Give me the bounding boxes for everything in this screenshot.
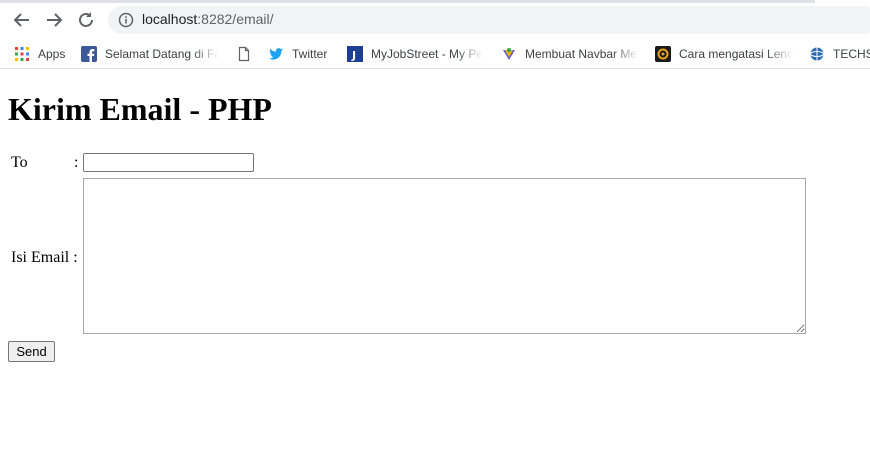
url-text[interactable]: localhost:8282/email/ <box>142 11 274 27</box>
bookmark-techsa[interactable]: TECHSA <box>809 44 870 64</box>
to-label: To <box>11 154 28 171</box>
tab-strip-edge <box>0 0 815 3</box>
url-host: localhost <box>142 11 198 27</box>
site-icon <box>501 46 517 62</box>
to-colon: : <box>74 154 79 171</box>
globe-icon <box>809 46 825 62</box>
message-label: Isi Email : <box>11 249 78 266</box>
bookmark-label: Twitter <box>292 47 328 61</box>
bookmark-facebook[interactable]: Selamat Datang di Fa <box>81 44 219 64</box>
bookmark-navbar[interactable]: Membuat Navbar Me <box>501 44 639 64</box>
twitter-icon <box>268 46 284 62</box>
reload-button[interactable] <box>75 9 97 31</box>
send-button[interactable]: Send <box>8 341 55 362</box>
back-button[interactable] <box>11 9 33 31</box>
bookmark-label: Apps <box>38 47 66 61</box>
facebook-icon <box>81 46 97 62</box>
bookmarks-bar: Apps Selamat Datang di Fa Twitter J MyJo… <box>0 40 870 69</box>
site-icon <box>655 46 671 62</box>
to-email-input[interactable] <box>83 153 254 172</box>
bookmark-label: Cara mengatasi Leno <box>679 47 793 61</box>
bookmark-label: Membuat Navbar Me <box>525 47 638 61</box>
page-title: Kirim Email - PHP <box>8 91 272 127</box>
bookmark-jobstreet[interactable]: J MyJobStreet - My Pe <box>347 44 483 64</box>
bookmark-page[interactable] <box>236 44 260 64</box>
back-arrow-icon <box>13 13 29 27</box>
jobstreet-icon: J <box>347 46 363 62</box>
svg-text:J: J <box>351 49 356 62</box>
reload-icon <box>79 12 93 27</box>
apps-grid-icon <box>14 46 30 62</box>
forward-button[interactable] <box>43 9 65 31</box>
bookmark-label: TECHSA <box>833 47 870 61</box>
email-body-textarea[interactable] <box>83 178 806 334</box>
browser-toolbar: localhost:8282/email/ <box>0 0 870 40</box>
forward-arrow-icon <box>47 13 63 27</box>
bookmark-label: MyJobStreet - My Pe <box>371 47 483 61</box>
url-path: :8282/email/ <box>197 11 274 27</box>
page-icon <box>236 46 252 62</box>
bookmark-lenovo[interactable]: Cara mengatasi Leno <box>655 44 793 64</box>
bookmark-apps[interactable]: Apps <box>14 44 65 64</box>
info-icon[interactable] <box>118 12 134 28</box>
bookmark-twitter[interactable]: Twitter <box>268 44 327 64</box>
bookmark-label: Selamat Datang di Fa <box>105 47 219 61</box>
